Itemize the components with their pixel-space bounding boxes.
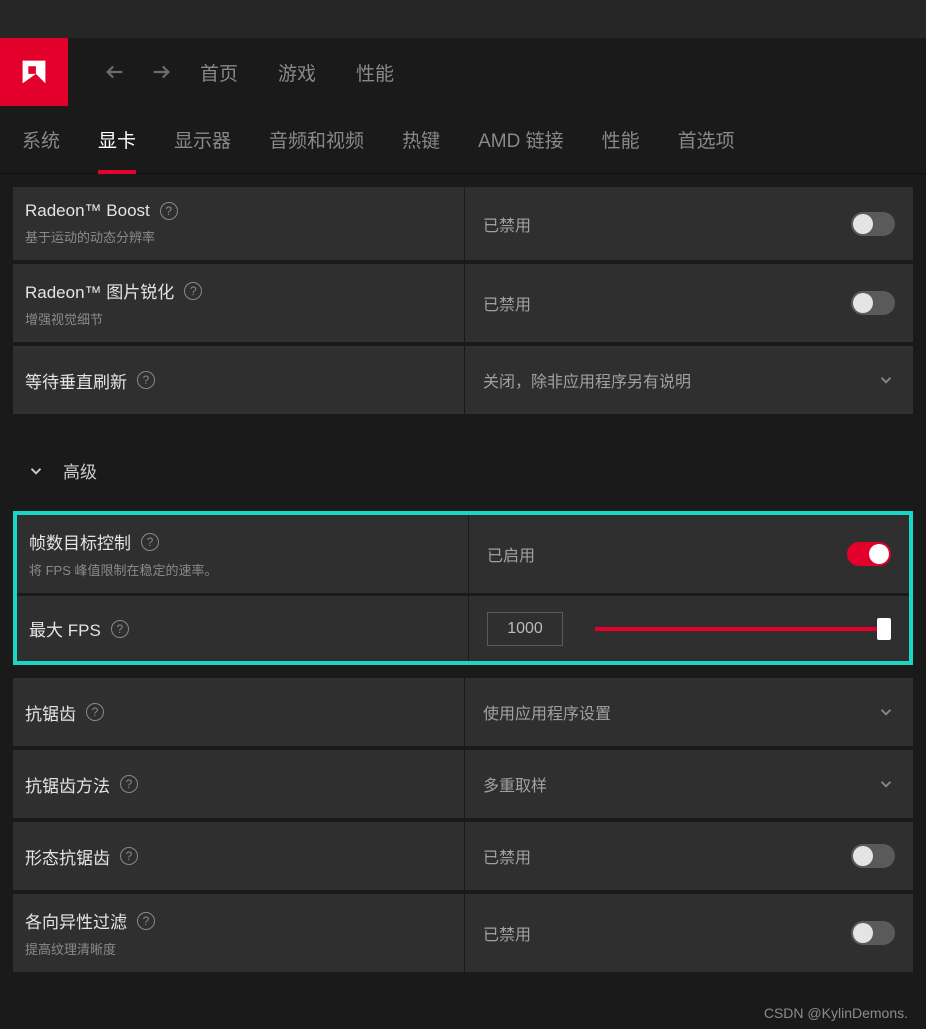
help-icon[interactable]: ?	[120, 847, 138, 865]
help-icon[interactable]: ?	[141, 533, 159, 551]
row-anisotropic: 各向异性过滤 ? 提高纹理清晰度 已禁用	[13, 894, 913, 972]
row-title: 形态抗锯齿	[25, 844, 110, 869]
row-right: 已禁用	[465, 264, 913, 342]
row-title: 等待垂直刷新	[25, 368, 127, 393]
toggle-anisotropic[interactable]	[851, 921, 895, 945]
row-value: 关闭，除非应用程序另有说明	[483, 368, 691, 392]
row-aa-method: 抗锯齿方法 ? 多重取样	[13, 750, 913, 818]
row-antialiasing: 抗锯齿 ? 使用应用程序设置	[13, 678, 913, 746]
max-fps-slider[interactable]	[595, 627, 885, 631]
row-title: Radeon™ Boost	[25, 201, 150, 221]
row-desc: 提高纹理清晰度	[25, 939, 444, 958]
row-title: Radeon™ 图片锐化	[25, 278, 174, 303]
row-right: 已启用	[469, 515, 909, 593]
help-icon[interactable]: ?	[160, 202, 178, 220]
help-icon[interactable]: ?	[137, 371, 155, 389]
tab-preferences[interactable]: 首选项	[678, 106, 735, 174]
toggle-morph-aa[interactable]	[851, 844, 895, 868]
row-left: Radeon™ Boost ? 基于运动的动态分辨率	[13, 187, 465, 260]
tab-audio-video[interactable]: 音频和视频	[269, 106, 364, 174]
title-bar	[0, 0, 926, 38]
row-frtc: 帧数目标控制 ? 将 FPS 峰值限制在稳定的速率。 已启用	[17, 515, 909, 593]
help-icon[interactable]: ?	[120, 775, 138, 793]
main-navbar: 首页 游戏 性能	[0, 38, 926, 106]
help-icon[interactable]: ?	[184, 282, 202, 300]
tab-performance[interactable]: 性能	[602, 106, 640, 174]
chevron-down-icon	[27, 462, 45, 480]
row-right	[469, 596, 909, 661]
chevron-down-icon	[877, 703, 895, 721]
nav-performance[interactable]: 性能	[356, 59, 394, 86]
toggle-frtc[interactable]	[847, 542, 891, 566]
nav-games[interactable]: 游戏	[278, 59, 316, 86]
chevron-down-icon	[877, 371, 895, 389]
toggle-boost[interactable]	[851, 212, 895, 236]
tab-amd-link[interactable]: AMD 链接	[478, 106, 564, 174]
row-right[interactable]: 关闭，除非应用程序另有说明	[465, 346, 913, 414]
amd-logo-icon	[15, 53, 53, 91]
help-icon[interactable]: ?	[86, 703, 104, 721]
row-value: 已启用	[487, 542, 535, 566]
settings-tabs: 系统 显卡 显示器 音频和视频 热键 AMD 链接 性能 首选项	[0, 106, 926, 174]
nav-items: 首页 游戏 性能	[200, 59, 394, 86]
chevron-down-icon	[877, 775, 895, 793]
row-left: 形态抗锯齿 ?	[13, 822, 465, 890]
max-fps-input[interactable]	[487, 612, 563, 646]
tab-graphics[interactable]: 显卡	[98, 106, 136, 174]
row-left: 帧数目标控制 ? 将 FPS 峰值限制在稳定的速率。	[17, 515, 469, 593]
row-title: 最大 FPS	[29, 616, 101, 641]
row-left: 最大 FPS ?	[17, 596, 469, 661]
section-advanced[interactable]: 高级	[13, 418, 913, 511]
row-value: 多重取样	[483, 772, 547, 796]
row-desc: 将 FPS 峰值限制在稳定的速率。	[29, 560, 448, 579]
forward-arrow-icon[interactable]	[150, 61, 172, 83]
row-right: 已禁用	[465, 894, 913, 972]
row-left: 抗锯齿方法 ?	[13, 750, 465, 818]
row-value: 已禁用	[483, 212, 531, 236]
tab-system[interactable]: 系统	[22, 106, 60, 174]
help-icon[interactable]: ?	[137, 912, 155, 930]
nav-home[interactable]: 首页	[200, 59, 238, 86]
row-title: 抗锯齿	[25, 700, 76, 725]
row-left: 抗锯齿 ?	[13, 678, 465, 746]
row-right[interactable]: 多重取样	[465, 750, 913, 818]
row-desc: 基于运动的动态分辨率	[25, 227, 444, 246]
tab-display[interactable]: 显示器	[174, 106, 231, 174]
row-desc: 增强视觉细节	[25, 309, 444, 328]
row-right: 已禁用	[465, 187, 913, 260]
row-vsync: 等待垂直刷新 ? 关闭，除非应用程序另有说明	[13, 346, 913, 414]
section-title: 高级	[63, 458, 97, 483]
back-arrow-icon[interactable]	[104, 61, 126, 83]
slider-thumb[interactable]	[877, 618, 891, 640]
row-value: 使用应用程序设置	[483, 700, 611, 724]
row-title: 各向异性过滤	[25, 908, 127, 933]
row-value: 已禁用	[483, 844, 531, 868]
row-value: 已禁用	[483, 921, 531, 945]
row-left: Radeon™ 图片锐化 ? 增强视觉细节	[13, 264, 465, 342]
row-right: 已禁用	[465, 822, 913, 890]
row-title: 抗锯齿方法	[25, 772, 110, 797]
row-radeon-boost: Radeon™ Boost ? 基于运动的动态分辨率 已禁用	[13, 187, 913, 260]
help-icon[interactable]: ?	[111, 620, 129, 638]
row-title: 帧数目标控制	[29, 529, 131, 554]
row-value: 已禁用	[483, 291, 531, 315]
highlighted-settings: 帧数目标控制 ? 将 FPS 峰值限制在稳定的速率。 已启用 最大 FPS ?	[13, 511, 913, 665]
row-max-fps: 最大 FPS ?	[17, 593, 909, 661]
row-morph-aa: 形态抗锯齿 ? 已禁用	[13, 822, 913, 890]
settings-content: Radeon™ Boost ? 基于运动的动态分辨率 已禁用 Radeon™ 图…	[0, 174, 926, 972]
watermark: CSDN @KylinDemons.	[764, 1005, 908, 1021]
amd-logo[interactable]	[0, 38, 68, 106]
toggle-sharpening[interactable]	[851, 291, 895, 315]
row-left: 各向异性过滤 ? 提高纹理清晰度	[13, 894, 465, 972]
row-image-sharpening: Radeon™ 图片锐化 ? 增强视觉细节 已禁用	[13, 264, 913, 342]
nav-arrows	[68, 61, 200, 83]
row-left: 等待垂直刷新 ?	[13, 346, 465, 414]
row-right[interactable]: 使用应用程序设置	[465, 678, 913, 746]
tab-hotkeys[interactable]: 热键	[402, 106, 440, 174]
